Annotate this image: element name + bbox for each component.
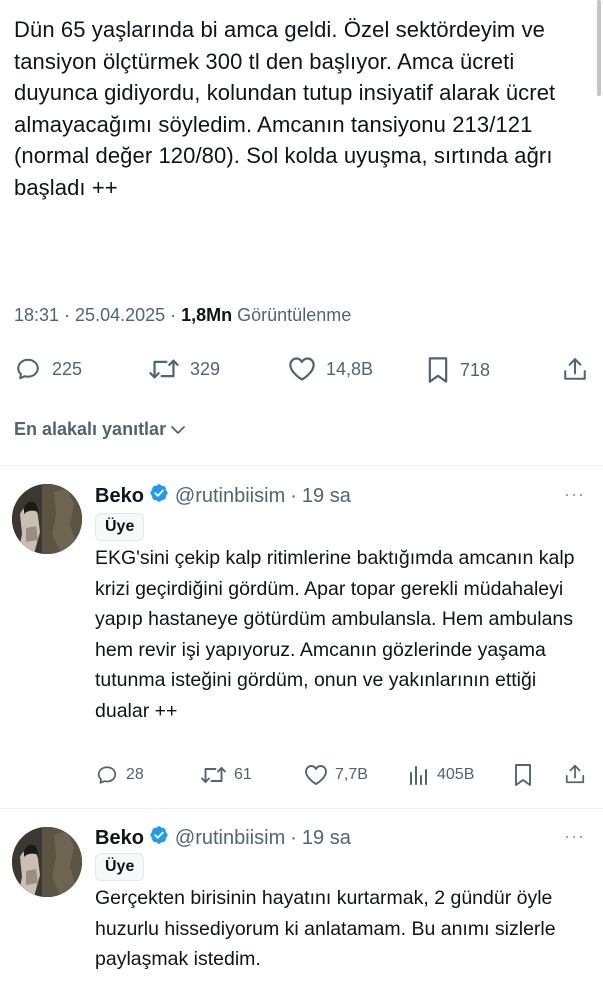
like-count: 14,8B — [326, 358, 374, 379]
tweet-date[interactable]: 25.04.2025 — [75, 305, 165, 326]
heart-icon — [305, 765, 327, 785]
reply-text: EKG'sini çekip kalp ritimlerine baktığım… — [95, 547, 580, 722]
repost-button[interactable]: 329 — [148, 356, 220, 382]
avatar-image — [12, 827, 82, 897]
meta-separator: · — [64, 305, 71, 325]
repost-arrows-icon — [149, 359, 179, 379]
tweet-text: Dün 65 yaşlarında bi amca geldi. Özel se… — [14, 17, 562, 200]
tweet-meta: 18:31 · 25.04.2025 · 1,8Mn Görüntülenme — [14, 305, 351, 326]
like-count: 7,7B — [335, 766, 368, 783]
like-button[interactable]: 7,7B — [304, 764, 368, 786]
sort-replies-dropdown[interactable]: En alakalı yanıtlar — [14, 419, 187, 440]
reply-header: Beko @rutinbiisim · 19 sa — [95, 825, 351, 851]
meta-separator: · — [170, 305, 177, 325]
views-label: Görüntülenme — [237, 305, 352, 325]
verified-badge-icon — [149, 483, 169, 509]
display-name[interactable]: Beko — [95, 485, 144, 508]
share-upload-icon — [564, 358, 586, 380]
heart-icon — [289, 357, 315, 381]
repost-count: 329 — [190, 358, 221, 379]
header-separator: · — [290, 484, 297, 507]
share-upload-icon — [565, 764, 585, 784]
bookmark-button[interactable]: 718 — [426, 356, 490, 384]
repost-arrows-icon — [201, 767, 226, 783]
views-button[interactable]: 405B — [408, 764, 474, 786]
bookmark-icon — [515, 764, 531, 786]
tweet-time[interactable]: 18:31 — [14, 305, 59, 326]
scrollbar[interactable] — [597, 0, 601, 96]
user-handle[interactable]: @rutinbiisim — [175, 485, 285, 508]
avatar[interactable] — [12, 484, 82, 554]
reply-text: Gerçekten birisinin hayatını kurtarmak, … — [95, 887, 562, 970]
avatar-image — [12, 484, 82, 554]
reply-header: Beko @rutinbiisim · 19 sa — [95, 483, 351, 509]
reply-button[interactable]: 225 — [14, 356, 82, 382]
speech-bubble-icon — [17, 358, 39, 380]
bar-chart-icon — [410, 766, 427, 785]
sort-label: En alakalı yanıtlar — [14, 419, 167, 439]
user-handle[interactable]: @rutinbiisim — [175, 827, 285, 850]
bookmark-count: 718 — [460, 359, 491, 380]
member-badge: Üye — [95, 853, 145, 881]
view-count: 1,8Mn — [181, 305, 233, 325]
chevron-down-icon — [171, 425, 185, 434]
reply-time[interactable]: 19 sa — [302, 827, 351, 850]
avatar[interactable] — [12, 827, 82, 897]
reply-count: 225 — [52, 358, 83, 379]
bookmark-icon — [428, 357, 448, 383]
reply-time[interactable]: 19 sa — [302, 485, 351, 508]
reply-count: 28 — [126, 766, 144, 783]
share-button[interactable] — [562, 355, 588, 383]
header-separator: · — [290, 826, 297, 849]
more-options-icon[interactable]: ··· — [564, 826, 585, 847]
share-button[interactable] — [564, 762, 586, 786]
more-options-icon[interactable]: ··· — [564, 484, 585, 505]
reply-action-bar: 28 61 7,7B 405B — [0, 762, 603, 790]
speech-bubble-icon — [97, 766, 117, 784]
bookmark-button[interactable] — [513, 763, 533, 787]
like-button[interactable]: 14,8B — [288, 356, 373, 382]
repost-count: 61 — [234, 766, 252, 783]
display-name[interactable]: Beko — [95, 827, 144, 850]
reply-tweet[interactable]: Beko @rutinbiisim · 19 sa ··· Üye EKG'si… — [0, 466, 603, 808]
member-badge: Üye — [95, 513, 145, 541]
verified-badge-icon — [149, 825, 169, 851]
repost-button[interactable]: 61 — [200, 764, 252, 786]
reply-button[interactable]: 28 — [95, 764, 144, 786]
reply-tweet[interactable]: Beko @rutinbiisim · 19 sa ··· Üye Gerçek… — [0, 809, 603, 1000]
view-count: 405B — [437, 766, 475, 783]
main-action-bar: 225 329 14,8B 718 — [0, 352, 603, 386]
main-tweet: Dün 65 yaşlarında bi amca geldi. Özel se… — [14, 14, 574, 203]
